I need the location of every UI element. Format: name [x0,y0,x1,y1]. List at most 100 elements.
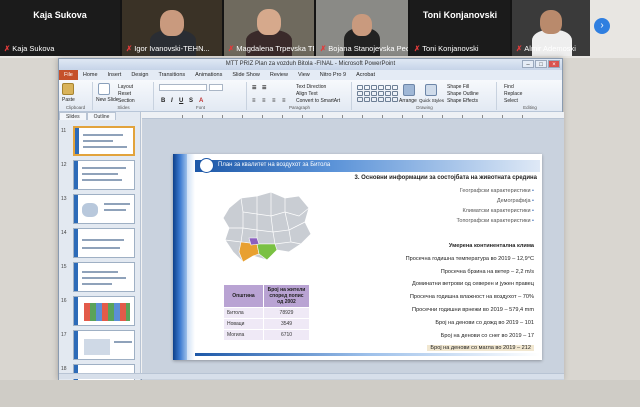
tab-file[interactable]: File [59,70,78,80]
quick-styles-icon[interactable] [425,84,437,96]
align-right-icon[interactable]: ≡ [272,98,276,104]
group-label: Slides [117,105,130,110]
font-color-icon[interactable]: A [199,98,203,104]
group-label: Clipboard [65,105,86,110]
bold-icon[interactable]: B [161,98,165,104]
table-cell: Битола [223,307,264,319]
numbering-icon[interactable]: ☰ [262,85,266,91]
ribbon-tabs: File Home Insert Design Transitions Anim… [59,70,562,80]
participant-tile[interactable]: ✗Magdalena Trpevska TE... [224,0,314,56]
slide-side-decoration [173,154,187,360]
shape-outline-button[interactable]: Shape Outline [447,91,479,97]
italic-icon[interactable]: I [171,98,173,104]
participant-tile[interactable]: ✗ Igor Ivanovski-TEHN... [122,0,222,56]
slide-thumbnail[interactable]: 14 [61,228,139,260]
slide-side-gradient [187,154,195,360]
font-group: B I U S A Font [155,82,247,110]
mic-muted-icon: ✗ [4,44,11,53]
desk-background-bottom [0,380,640,407]
slide-number: 11 [61,128,67,134]
slide-thumbnail[interactable]: 17 [61,330,139,362]
shape-fill-button[interactable]: Shape Fill [447,84,469,90]
tab-slides[interactable]: Slides [59,112,87,120]
population-table: Општина Број на жители според попис од 2… [223,284,310,341]
new-slide-icon[interactable] [98,83,110,95]
minimize-icon[interactable]: – [522,60,534,68]
powerpoint-window: MTT PRIZ Plan za vozduh Bitola -FINAL - … [58,58,564,394]
participant-tile[interactable]: ✗ Almir Ademoski [512,0,590,56]
arrange-icon[interactable] [403,84,415,96]
bitola-region [238,241,260,263]
arrange-button[interactable]: Arrange [399,98,417,104]
list-item: Број на денови со магла во 2019 – 212 [427,345,534,352]
tab-insert[interactable]: Insert [103,70,127,80]
table-cell: Могила [223,329,264,341]
new-slide-button[interactable]: New Slide [96,97,119,103]
group-label: Editing [523,105,537,110]
climate-stats: Умерена континентална клима Просечна год… [406,240,534,355]
participant-caption: ✗ Almir Ademoski [516,44,576,53]
paste-button[interactable]: Paste [62,97,75,103]
align-left-icon[interactable]: ≡ [252,98,256,104]
tab-home[interactable]: Home [78,70,103,80]
align-center-icon[interactable]: ≡ [262,98,266,104]
tab-outline[interactable]: Outline [86,112,117,120]
strikethrough-icon[interactable]: S [189,98,193,104]
topic-bullets: Географски карактеристики Демографија Кл… [456,186,534,226]
current-slide[interactable]: План за квалитет на воздухот за Битола 3… [173,154,542,360]
reset-button[interactable]: Reset [118,91,131,97]
layout-button[interactable]: Layout [118,84,133,90]
justify-icon[interactable]: ≡ [282,98,286,104]
slides-group: New Slide Layout Reset Section Slides [94,82,154,110]
slides-pane: Slides Outline 11 12 13 14 15 16 17 18 [59,112,141,394]
maximize-icon[interactable]: □ [535,60,547,68]
chevron-right-icon[interactable]: › [594,18,610,34]
font-name-field[interactable] [159,84,207,91]
participant-tile[interactable]: Kaja Sukova ✗ Kaja Sukova [0,0,120,56]
slide-editor[interactable]: План за квалитет на воздухот за Битола 3… [142,112,564,381]
tab-review[interactable]: Review [265,70,293,80]
participant-tile[interactable]: ✗Bojana Stanojevska Pecu... [316,0,408,56]
bullets-icon[interactable]: ☰ [252,85,256,91]
tab-transitions[interactable]: Transitions [153,70,190,80]
list-item: Доминатни ветрови од северен и јужен пра… [412,281,534,288]
underline-icon[interactable]: U [179,98,183,104]
close-icon[interactable]: × [548,60,560,68]
section-button[interactable]: Section [118,98,135,104]
convert-smartart-button[interactable]: Convert to SmartArt [296,98,340,104]
person-face [540,10,562,34]
slide-thumbnail[interactable]: 16 [61,296,139,328]
shapes-gallery[interactable] [357,85,398,102]
window-title: MTT PRIZ Plan za vozduh Bitola -FINAL - … [225,61,396,67]
table-cell: Новаци [223,318,264,330]
slide-thumbnail[interactable]: 15 [61,262,139,294]
list-item: Топографски карактеристики [456,216,534,226]
tab-slide-show[interactable]: Slide Show [227,70,265,80]
slide-thumbnail[interactable]: 13 [61,194,139,226]
paste-icon[interactable] [62,83,74,95]
participant-tile[interactable]: Toni Konjanovski ✗ Toni Konjanovski [410,0,510,56]
list-item: Географски карактеристики [456,186,534,196]
climate-heading: Умерена континентална клима [448,243,534,249]
tab-animations[interactable]: Animations [190,70,227,80]
shape-effects-button[interactable]: Shape Effects [447,98,478,104]
tab-nitro[interactable]: Nitro Pro 9 [315,70,351,80]
align-text-button[interactable]: Align Text [296,91,318,97]
text-direction-button[interactable]: Text Direction [296,84,326,90]
tab-design[interactable]: Design [126,70,153,80]
font-size-field[interactable] [209,84,223,91]
slide-thumbnail[interactable]: 11 [61,126,139,158]
slide-number: 16 [61,298,67,304]
tab-acrobat[interactable]: Acrobat [351,70,380,80]
select-button[interactable]: Select [504,98,518,104]
find-button[interactable]: Find [504,84,514,90]
slide-thumbnail[interactable]: 12 [61,160,139,192]
pane-tabs: Slides Outline [59,112,140,120]
status-bar [59,373,564,379]
replace-button[interactable]: Replace [504,91,522,97]
list-item: Број на денови со снег во 2019 – 17 [440,332,534,339]
tab-view[interactable]: View [293,70,315,80]
slide-number: 14 [61,230,67,236]
quick-styles-button[interactable]: Quick Styles [419,98,444,103]
drawing-group: Arrange Quick Styles Shape Fill Shape Ou… [353,82,497,110]
